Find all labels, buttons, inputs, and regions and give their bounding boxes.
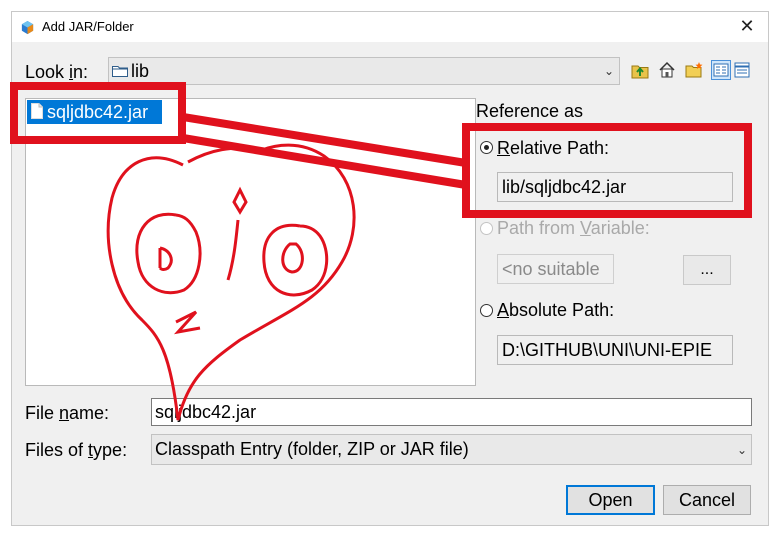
files-of-type-label: Files of type: xyxy=(25,440,128,460)
window-title: Add JAR/Folder xyxy=(42,19,134,34)
folder-icon xyxy=(112,66,128,77)
home-icon[interactable] xyxy=(657,60,677,80)
relative-path-radio[interactable] xyxy=(480,141,493,154)
list-view-icon[interactable] xyxy=(711,60,731,80)
up-folder-icon[interactable] xyxy=(630,60,650,80)
relative-path-label[interactable]: Relative Path: xyxy=(497,136,609,160)
file-name-label: File name: xyxy=(25,403,110,423)
netbeans-icon xyxy=(21,20,34,35)
file-item-label: sqljdbc42.jar xyxy=(47,102,149,122)
path-from-variable-label: Path from Variable: xyxy=(497,218,650,238)
reference-as-label: Reference as xyxy=(476,101,584,121)
relative-path-field[interactable]: lib/sqljdbc42.jar xyxy=(497,172,733,202)
details-view-icon[interactable] xyxy=(732,60,752,80)
new-folder-icon[interactable] xyxy=(684,60,704,80)
absolute-path-radio[interactable] xyxy=(480,304,493,317)
cancel-button[interactable]: Cancel xyxy=(663,485,751,515)
chevron-down-icon[interactable]: ⌄ xyxy=(734,439,750,461)
close-button[interactable]: ✕ xyxy=(734,15,760,39)
file-name-input[interactable]: sqljdbc42.jar xyxy=(151,398,752,426)
open-button[interactable]: Open xyxy=(566,485,655,515)
absolute-path-label[interactable]: Absolute Path: xyxy=(497,298,614,322)
chevron-down-icon[interactable]: ⌄ xyxy=(600,60,618,82)
files-of-type-select[interactable]: Classpath Entry (folder, ZIP or JAR file… xyxy=(151,434,752,465)
look-in-label: Look in: xyxy=(25,62,89,82)
variable-path-field[interactable]: <no suitable xyxy=(497,254,614,284)
browse-variable-button[interactable]: ... xyxy=(683,255,731,285)
absolute-path-field[interactable]: D:\GITHUB\UNI\UNI-EPIE xyxy=(497,335,733,365)
look-in-combo[interactable] xyxy=(108,57,620,85)
file-list[interactable] xyxy=(25,98,476,386)
look-in-value: lib xyxy=(131,61,150,81)
path-from-variable-radio[interactable] xyxy=(480,222,493,235)
file-icon xyxy=(31,103,43,119)
